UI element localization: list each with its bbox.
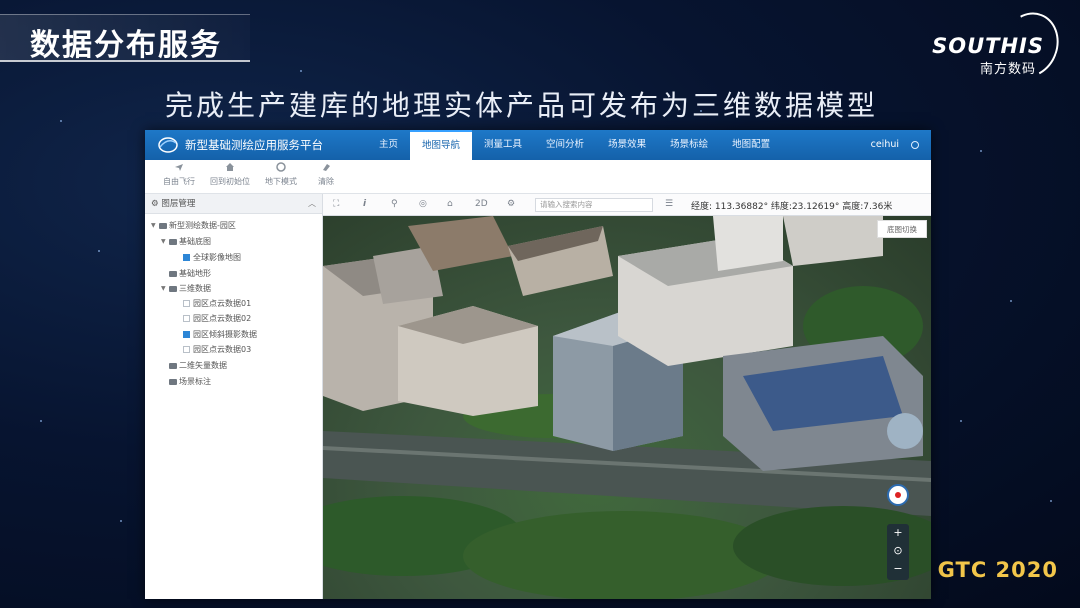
app-header: 新型基础测绘应用服务平台 主页 地图导航 测量工具 空间分析 场景效果 场景标绘… bbox=[145, 130, 931, 160]
layer-panel-title: 图层管理 bbox=[161, 199, 196, 209]
nav-measure-tools[interactable]: 测量工具 bbox=[472, 130, 534, 160]
eraser-icon bbox=[323, 164, 330, 171]
tree-node[interactable]: 场景标注 bbox=[169, 376, 211, 387]
tree-node-checkable[interactable]: 全球影像地图 bbox=[183, 252, 241, 263]
tree-node-checkable[interactable]: 园区倾斜摄影数据 bbox=[183, 329, 257, 340]
clear-button[interactable]: 清除 bbox=[313, 162, 339, 192]
layer-checkbox[interactable] bbox=[183, 315, 190, 322]
list-icon[interactable]: ☰ bbox=[665, 199, 673, 209]
folder-icon bbox=[169, 238, 177, 245]
layer-checkbox[interactable] bbox=[183, 346, 190, 353]
map-search-input[interactable]: 请输入搜索内容 bbox=[535, 198, 653, 212]
free-flight-button[interactable]: 自由飞行 bbox=[159, 162, 199, 192]
tree-node[interactable]: 二维矢量数据 bbox=[169, 360, 227, 371]
zoom-in-button[interactable]: + bbox=[887, 524, 909, 542]
brand-logo: SOUTHIS 南方数码 bbox=[932, 4, 1068, 86]
user-icon[interactable] bbox=[911, 141, 919, 149]
tree-node-checkable[interactable]: 园区点云数据01 bbox=[183, 298, 251, 309]
tree-node[interactable]: ▼ 基础底图 bbox=[161, 236, 211, 247]
nav-map-config[interactable]: 地图配置 bbox=[720, 130, 782, 160]
3d-map-viewport[interactable]: 底图切换 + ⊙ − bbox=[323, 216, 931, 599]
nav-map-navigation[interactable]: 地图导航 bbox=[410, 130, 473, 160]
brand-name: SOUTHIS bbox=[932, 34, 1044, 58]
tree-node-checkable[interactable]: 园区点云数据02 bbox=[183, 313, 251, 324]
user-name[interactable]: ceihui bbox=[871, 139, 899, 150]
settings-icon[interactable]: ⚙ bbox=[507, 199, 515, 209]
target-icon[interactable]: ◎ bbox=[419, 199, 427, 209]
plane-icon bbox=[175, 164, 183, 171]
gear-icon: ⚙ bbox=[151, 199, 159, 209]
platform-logo-icon bbox=[158, 137, 178, 153]
nav-scene-plotting[interactable]: 场景标绘 bbox=[658, 130, 720, 160]
basemap-switch-button[interactable]: 底图切换 bbox=[877, 220, 927, 238]
folder-icon bbox=[169, 378, 177, 385]
app-title: 新型基础测绘应用服务平台 bbox=[185, 138, 323, 152]
nav-spatial-analysis[interactable]: 空间分析 bbox=[534, 130, 596, 160]
home-view-icon[interactable]: ⌂ bbox=[447, 199, 453, 209]
toolbar: 自由飞行 回到初始位 地下模式 清除 bbox=[145, 160, 931, 194]
tree-node-checkable[interactable]: 园区点云数据03 bbox=[183, 344, 251, 355]
coordinate-readout: 经度: 113.36882° 纬度:23.12619° 高度:7.36米 bbox=[691, 202, 893, 212]
app-window: 新型基础测绘应用服务平台 主页 地图导航 测量工具 空间分析 场景效果 场景标绘… bbox=[145, 130, 931, 599]
brand-subtitle: 南方数码 bbox=[979, 62, 1036, 77]
location-pin-icon[interactable]: ⚲ bbox=[391, 199, 398, 209]
folder-icon bbox=[169, 285, 177, 292]
reset-zoom-button[interactable]: ⊙ bbox=[887, 542, 909, 560]
fullscreen-icon[interactable]: ⛶ bbox=[333, 199, 339, 209]
zoom-out-button[interactable]: − bbox=[887, 560, 909, 578]
layer-checkbox[interactable] bbox=[183, 331, 190, 338]
folder-icon bbox=[169, 270, 177, 277]
oblique-city-scene bbox=[323, 216, 931, 599]
info-icon[interactable]: i bbox=[363, 199, 366, 209]
reset-view-button[interactable]: 回到初始位 bbox=[205, 162, 255, 192]
tool-label: 清除 bbox=[318, 177, 334, 186]
folder-icon bbox=[159, 222, 167, 229]
map-toolbar: ⛶ i ⚲ ◎ ⌂ 2D ⚙ 请输入搜索内容 ☰ 经度: 113.36882° … bbox=[323, 194, 931, 216]
layer-checkbox[interactable] bbox=[183, 254, 190, 261]
zoom-control: + ⊙ − bbox=[887, 524, 909, 580]
mode-2d-button[interactable]: 2D bbox=[475, 199, 488, 209]
layer-sidebar: ⚙ 图层管理 ︿ ▼ 新型测绘数据-园区 ▼ 基础底图 全球影像地图 基础地形 ▼ 三… bbox=[145, 194, 323, 599]
underground-mode-button[interactable]: 地下模式 bbox=[259, 162, 303, 192]
tree-node[interactable]: 基础地形 bbox=[169, 268, 211, 279]
tool-label: 地下模式 bbox=[265, 177, 297, 186]
nav-scene-effects[interactable]: 场景效果 bbox=[596, 130, 658, 160]
event-badge: GTC 2020 bbox=[937, 558, 1058, 582]
folder-icon bbox=[169, 362, 177, 369]
layers-icon bbox=[276, 162, 286, 172]
tool-label: 回到初始位 bbox=[210, 177, 250, 186]
tree-node[interactable]: ▼ 三维数据 bbox=[161, 283, 211, 294]
slide-title: 数据分布服务 bbox=[30, 28, 222, 63]
main-nav: 主页 地图导航 测量工具 空间分析 场景效果 场景标绘 地图配置 bbox=[367, 130, 782, 160]
tree-node[interactable]: ▼ 新型测绘数据-园区 bbox=[151, 220, 236, 231]
layer-checkbox[interactable] bbox=[183, 300, 190, 307]
nav-home[interactable]: 主页 bbox=[367, 130, 410, 160]
tool-label: 自由飞行 bbox=[163, 177, 195, 186]
layer-panel-header[interactable]: ⚙ 图层管理 ︿ bbox=[145, 194, 322, 214]
compass-icon[interactable] bbox=[887, 484, 909, 506]
slide-subtitle: 完成生产建库的地理实体产品可发布为三维数据模型 bbox=[165, 89, 879, 122]
home-icon bbox=[226, 163, 234, 171]
chevron-up-icon[interactable]: ︿ bbox=[308, 194, 316, 214]
